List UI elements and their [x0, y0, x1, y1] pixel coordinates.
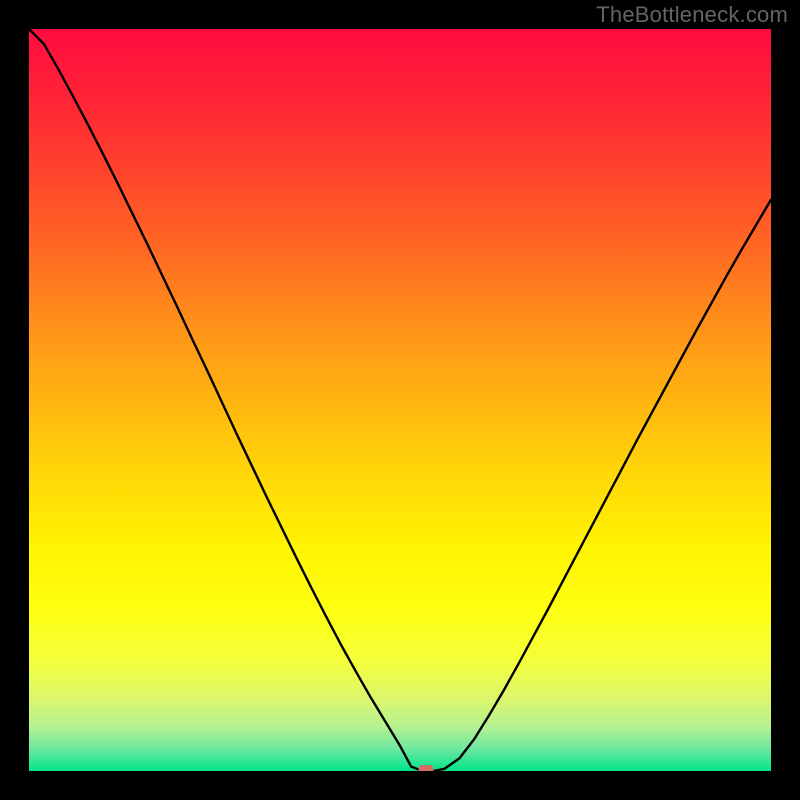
- plot-svg: [29, 29, 771, 771]
- chart-frame: TheBottleneck.com: [0, 0, 800, 800]
- data-marker: [418, 765, 433, 771]
- plot-area: [29, 29, 771, 771]
- watermark-text: TheBottleneck.com: [596, 2, 788, 28]
